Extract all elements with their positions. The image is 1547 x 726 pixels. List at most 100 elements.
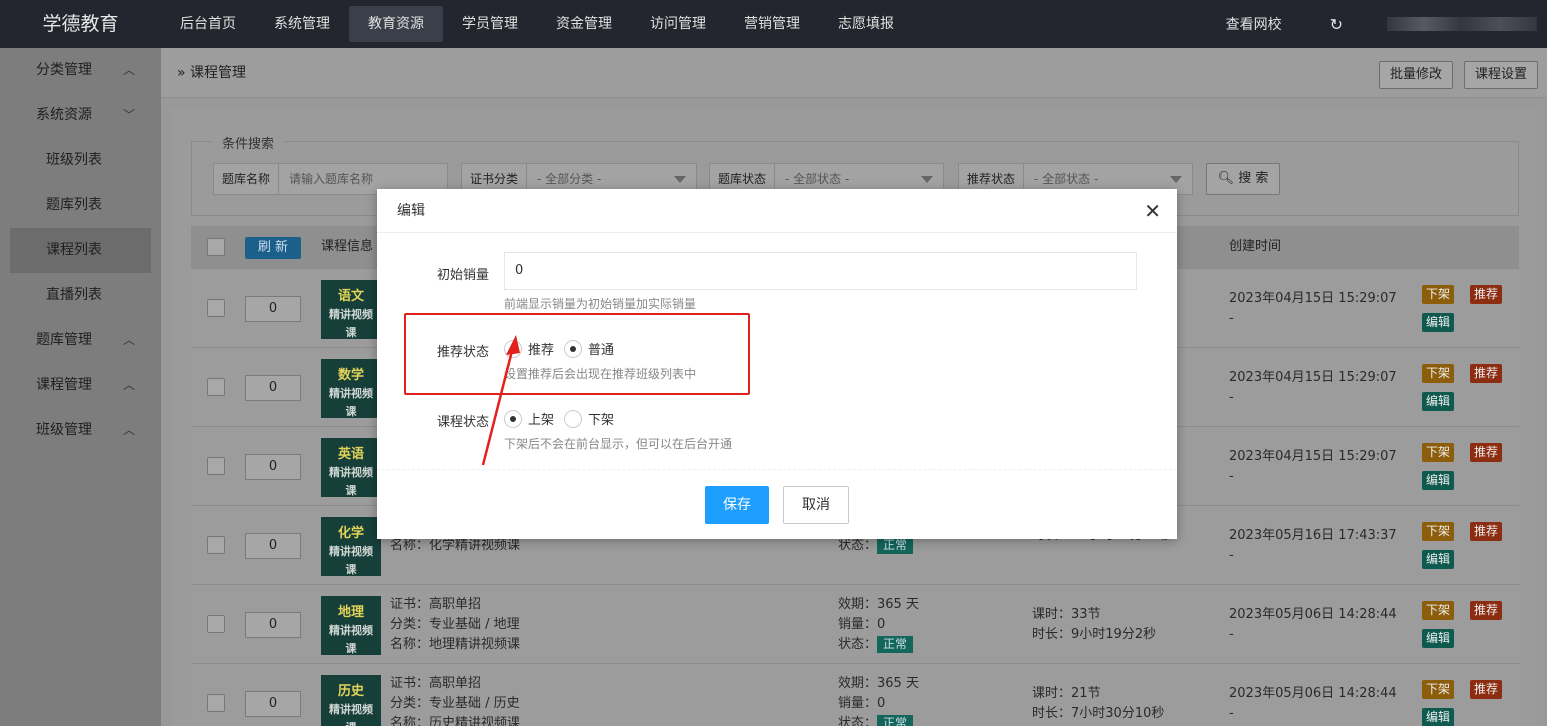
recommend-button[interactable]: 推荐	[1470, 364, 1503, 383]
nav-system[interactable]: 系统管理	[255, 0, 349, 48]
nav-volunteer[interactable]: 志愿填报	[819, 0, 913, 48]
offline-button[interactable]: 下架	[1422, 601, 1455, 620]
course-category: 分类：专业基础 / 历史	[390, 696, 520, 711]
row-checkbox[interactable]	[207, 457, 225, 475]
edit-button[interactable]: 编辑	[1422, 708, 1455, 726]
nav-education[interactable]: 教育资源	[349, 6, 443, 42]
recommend-button[interactable]: 推荐	[1470, 680, 1503, 699]
thumbnail-subject: 英语	[337, 447, 364, 462]
offline-button[interactable]: 下架	[1422, 285, 1455, 304]
sidebar-group-question-bank[interactable]: 题库管理 ︿	[0, 318, 161, 363]
course-validity: 效期：365 天	[838, 597, 919, 612]
created-datetime: 2023年04月15日 15:29:07	[1229, 370, 1397, 385]
sidebar-group-category[interactable]: 分类管理 ︿	[0, 48, 161, 93]
row-checkbox[interactable]	[207, 615, 225, 633]
sidebar-group-label: 系统资源	[36, 107, 92, 123]
chevron-up-icon: ︿	[122, 333, 135, 347]
created-extra: -	[1229, 469, 1234, 484]
column-header-course-info: 课程信息	[321, 239, 374, 254]
sidebar-item-course-list[interactable]: 课程列表	[10, 228, 151, 273]
refresh-button[interactable]: 刷 新	[245, 237, 301, 259]
select-all-checkbox[interactable]	[207, 238, 225, 256]
recommend-button[interactable]: 推荐	[1470, 285, 1503, 304]
sidebar-group-label: 分类管理	[36, 62, 92, 78]
sort-order-input[interactable]: 0	[245, 296, 301, 322]
save-button[interactable]: 保存	[705, 486, 769, 524]
recommend-button[interactable]: 推荐	[1470, 443, 1503, 462]
row-checkbox[interactable]	[207, 694, 225, 712]
sidebar-item-class-list[interactable]: 班级列表	[0, 138, 161, 183]
sort-order-input[interactable]: 0	[245, 612, 301, 638]
sidebar-item-question-bank-list[interactable]: 题库列表	[0, 183, 161, 228]
recommend-button[interactable]: 推荐	[1470, 601, 1503, 620]
nav-home[interactable]: 后台首页	[161, 0, 255, 48]
edit-button[interactable]: 编辑	[1422, 550, 1455, 569]
sort-order-input[interactable]: 0	[245, 691, 301, 717]
edit-button[interactable]: 编辑	[1422, 313, 1455, 332]
sidebar-group-resources[interactable]: 系统资源 ﹀	[0, 93, 161, 138]
created-extra: -	[1229, 548, 1234, 563]
created-datetime: 2023年04月15日 15:29:07	[1229, 291, 1397, 306]
edit-button[interactable]: 编辑	[1422, 471, 1455, 490]
cancel-button[interactable]: 取消	[783, 486, 849, 524]
search-button[interactable]: 🔍︎ 搜 索	[1206, 163, 1280, 195]
initial-sales-hint: 前端显示销量为初始销量加实际销量	[504, 297, 697, 311]
thumbnail-subject: 化学	[337, 526, 364, 541]
course-info: 证书：高职单招 分类：专业基础 / 地理 名称：地理精讲视频课	[390, 595, 520, 655]
batch-edit-button[interactable]: 批量修改	[1379, 61, 1454, 89]
refresh-icon[interactable]: ↻	[1306, 15, 1367, 34]
row-checkbox[interactable]	[207, 299, 225, 317]
search-legend: 条件搜索	[212, 133, 285, 152]
sidebar-item-live-list[interactable]: 直播列表	[0, 273, 161, 318]
view-site-link[interactable]: 查看网校	[1202, 14, 1306, 34]
course-lessons: 课时：21节	[1032, 686, 1101, 701]
thumbnail-subject: 历史	[337, 684, 364, 699]
edit-button[interactable]: 编辑	[1422, 629, 1455, 648]
breadcrumb: » 课程管理	[177, 48, 246, 98]
thumbnail-caption: 精讲视频课	[329, 624, 373, 655]
caret-down-icon	[1170, 176, 1182, 183]
course-thumbnail: 历史精讲视频课	[321, 675, 381, 726]
status-label: 状态：	[838, 716, 878, 726]
row-checkbox[interactable]	[207, 536, 225, 554]
course-name: 名称：化学精讲视频课	[390, 538, 521, 553]
offline-button[interactable]: 下架	[1422, 443, 1455, 462]
course-sales: 销量：0	[838, 696, 886, 711]
sidebar-group-course[interactable]: 课程管理 ︿	[0, 363, 161, 408]
user-menu[interactable]	[1387, 17, 1537, 31]
row-checkbox[interactable]	[207, 378, 225, 396]
select-value: - 全部分类 -	[537, 172, 602, 186]
status-label: 状态：	[838, 637, 878, 652]
sort-order-input[interactable]: 0	[245, 533, 301, 559]
search-icon: 🔍︎	[1217, 171, 1235, 186]
recommend-button[interactable]: 推荐	[1470, 522, 1503, 541]
radio-label: 上架	[528, 413, 555, 428]
course-length: 时长：7小时30分10秒	[1032, 706, 1165, 721]
select-value: - 全部状态 -	[785, 172, 850, 186]
offline-button[interactable]: 下架	[1422, 364, 1455, 383]
column-header-created: 创建时间	[1229, 239, 1282, 254]
status-badge: 正常	[877, 537, 914, 554]
nav-funds[interactable]: 资金管理	[537, 0, 631, 48]
app-logo[interactable]: 学德教育	[0, 0, 161, 48]
offline-button[interactable]: 下架	[1422, 680, 1455, 699]
sidebar-group-class[interactable]: 班级管理 ︿	[0, 408, 161, 453]
nav-students[interactable]: 学员管理	[443, 0, 537, 48]
course-thumbnail: 化学 精讲视频课	[321, 517, 381, 576]
nav-marketing[interactable]: 营销管理	[725, 0, 819, 48]
radio-offline[interactable]: 下架	[564, 409, 614, 428]
sort-order-input[interactable]: 0	[245, 375, 301, 401]
created-extra: -	[1229, 311, 1234, 326]
created-extra: -	[1229, 706, 1234, 721]
edit-button[interactable]: 编辑	[1422, 392, 1455, 411]
offline-button[interactable]: 下架	[1422, 522, 1455, 541]
close-icon[interactable]: ✕	[1144, 189, 1161, 233]
course-thumbnail: 语文 精讲视频课	[321, 280, 381, 339]
status-label: 状态：	[838, 538, 878, 553]
sidebar-group-label: 班级管理	[36, 422, 92, 438]
nav-access[interactable]: 访问管理	[631, 0, 725, 48]
thumbnail-subject: 数学	[337, 368, 364, 383]
initial-sales-input[interactable]: 0	[504, 252, 1137, 290]
course-settings-button[interactable]: 课程设置	[1464, 61, 1539, 89]
sort-order-input[interactable]: 0	[245, 454, 301, 480]
